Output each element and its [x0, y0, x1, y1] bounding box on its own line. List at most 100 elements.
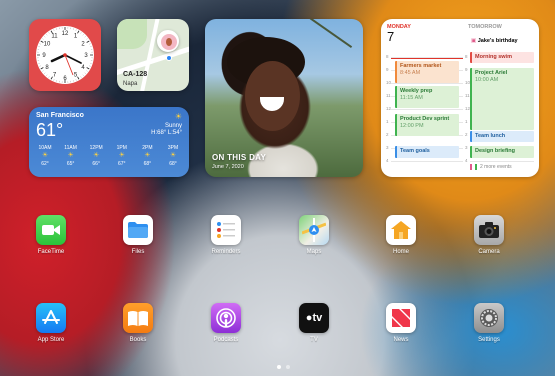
app-label: Podcasts [213, 337, 239, 343]
calendar-hour-label: 10 [386, 80, 392, 85]
tv-icon-label: tv [312, 312, 323, 324]
app-reminders[interactable]: Reminders [196, 215, 256, 255]
map-location-label: CA-128 [123, 71, 148, 78]
weather-hourly: 10AM ☀ 62° 11AM ☀ 65° 12PM ☀ 66° 1PM ☀ 67° 2… [34, 144, 184, 168]
sun-icon: ☀ [93, 152, 100, 159]
calendar-event[interactable]: Product Dev sprint 12:00 PM [395, 114, 459, 136]
home-icon[interactable] [386, 215, 416, 245]
current-time-line [391, 58, 463, 59]
app-home[interactable]: Home [371, 215, 431, 255]
calendar-hour-label: 2 [465, 132, 468, 137]
maps-icon[interactable] [299, 215, 329, 245]
app-maps[interactable]: Maps [284, 215, 344, 255]
calendar-more-events: 2 more events [470, 164, 512, 170]
app-label: Books [129, 337, 147, 343]
calendar-hour-label: 11 [386, 93, 391, 98]
weather-hour: 1PM ☀ 67° [111, 144, 133, 168]
photos-widget[interactable]: ON THIS DAY June 7, 2020 [205, 19, 363, 177]
weather-hour: 10AM ☀ 62° [34, 144, 56, 168]
weather-temp: 61° [36, 120, 64, 140]
app-podcasts[interactable]: Podcasts [196, 303, 256, 343]
svg-text:10: 10 [44, 42, 51, 48]
avatar-pin-icon [157, 30, 179, 52]
app-label: FaceTime [37, 249, 65, 255]
photo-memory-title: ON THIS DAY [212, 153, 267, 162]
app-label: TV [310, 337, 318, 343]
calendar-hour-label: 12 [386, 106, 392, 111]
app-camera[interactable]: Camera [459, 215, 519, 255]
app-label: Settings [478, 337, 500, 343]
app-label: App Store [37, 337, 65, 343]
appstore-icon[interactable] [36, 303, 66, 333]
map-area-label: Napa [123, 81, 138, 87]
app-label: Reminders [211, 249, 241, 255]
sun-icon: ☀ [174, 112, 182, 121]
calendar-hour-label: 9 [386, 67, 389, 72]
weather-hour: 2PM ☀ 68° [136, 144, 158, 168]
calendar-event[interactable]: Weekly prep 11:15 AM [395, 86, 459, 108]
calendar-hour-label: 4 [465, 158, 468, 163]
calendar-widget[interactable]: MONDAY 7 TOMORROW ▣ Jake's birthday 8 8 9 9… [381, 19, 539, 177]
app-settings[interactable]: Settings [459, 303, 519, 343]
photo-memory-date: June 7, 2020 [212, 164, 244, 170]
calendar-today-header: MONDAY 7 [387, 24, 411, 44]
weather-hour: 11AM ☀ 65° [60, 144, 82, 168]
app-label: Home [392, 249, 409, 255]
sun-icon: ☀ [67, 152, 74, 159]
app-books[interactable]: Books [108, 303, 168, 343]
clock-face-icon: 12369 1245 781011 [36, 26, 94, 84]
calendar-event[interactable]: Team goals [395, 146, 459, 158]
app-news[interactable]: News [371, 303, 431, 343]
weather-widget[interactable]: San Francisco 61° ☀ Sunny H:68° L:54° 10… [29, 107, 189, 177]
weather-condition: Sunny [164, 123, 182, 129]
app-facetime[interactable]: FaceTime [21, 215, 81, 255]
page-dot[interactable] [277, 365, 281, 369]
calendar-hour-label: 11 [465, 93, 470, 98]
sun-icon: ☀ [118, 152, 125, 159]
calendar-hour-label: 8 [465, 54, 468, 59]
sun-icon: ☀ [169, 152, 177, 159]
calendar-hour-label: 3 [465, 145, 468, 150]
calendar-event[interactable]: Farmers market 8:45 AM [395, 61, 459, 83]
sun-icon: ☀ [144, 152, 151, 159]
tv-icon[interactable]: ●tv [299, 303, 329, 333]
app-files[interactable]: Files [108, 215, 168, 255]
calendar-hour-label: 4 [386, 158, 389, 163]
page-dot[interactable] [286, 365, 290, 369]
calendar-hour-label: 8 [386, 54, 389, 59]
calendar-event[interactable]: Morning swim [470, 52, 534, 63]
weather-hour: 12PM ☀ 66° [85, 144, 107, 168]
page-indicator[interactable] [277, 365, 290, 369]
reminders-icon[interactable] [211, 215, 241, 245]
calendar-event[interactable]: Team lunch [470, 131, 534, 142]
calendar-event[interactable]: Design briefing [470, 146, 534, 158]
calendar-hour-label: 2 [386, 132, 389, 137]
books-icon[interactable] [123, 303, 153, 333]
facetime-icon[interactable] [36, 215, 66, 245]
svg-text:11: 11 [51, 34, 58, 40]
calendar-hour-label: 9 [465, 67, 468, 72]
location-dot-icon [166, 55, 172, 61]
app-label: Camera [478, 249, 500, 255]
weather-high-low: H:68° L:54° [151, 130, 182, 136]
maps-widget[interactable]: CA-128 Napa [117, 19, 189, 91]
app-label: Files [131, 249, 145, 255]
calendar-event-birthday[interactable]: ▣ Jake's birthday [466, 36, 534, 47]
calendar-event[interactable]: Project Ariel 10:00 AM [470, 68, 534, 130]
calendar-hour-label: 1 [465, 119, 468, 124]
app-app-store[interactable]: App Store [21, 303, 81, 343]
app-tv[interactable]: ●tv TV [284, 303, 344, 343]
calendar-hour-label: 3 [386, 145, 389, 150]
clock-widget[interactable]: 12 3 6 9 1245 7 8 10 11 [29, 19, 101, 91]
calendar-hour-label: 1 [386, 119, 389, 124]
sun-icon: ☀ [41, 152, 49, 159]
camera-icon[interactable] [474, 215, 504, 245]
app-label: Maps [306, 249, 322, 255]
podcasts-icon[interactable] [211, 303, 241, 333]
app-label: News [393, 337, 409, 343]
news-icon[interactable] [386, 303, 416, 333]
weather-hour: 3PM ☀ 68° [162, 144, 184, 168]
settings-icon[interactable] [474, 303, 504, 333]
files-icon[interactable] [123, 215, 153, 245]
svg-text:12: 12 [62, 31, 69, 37]
